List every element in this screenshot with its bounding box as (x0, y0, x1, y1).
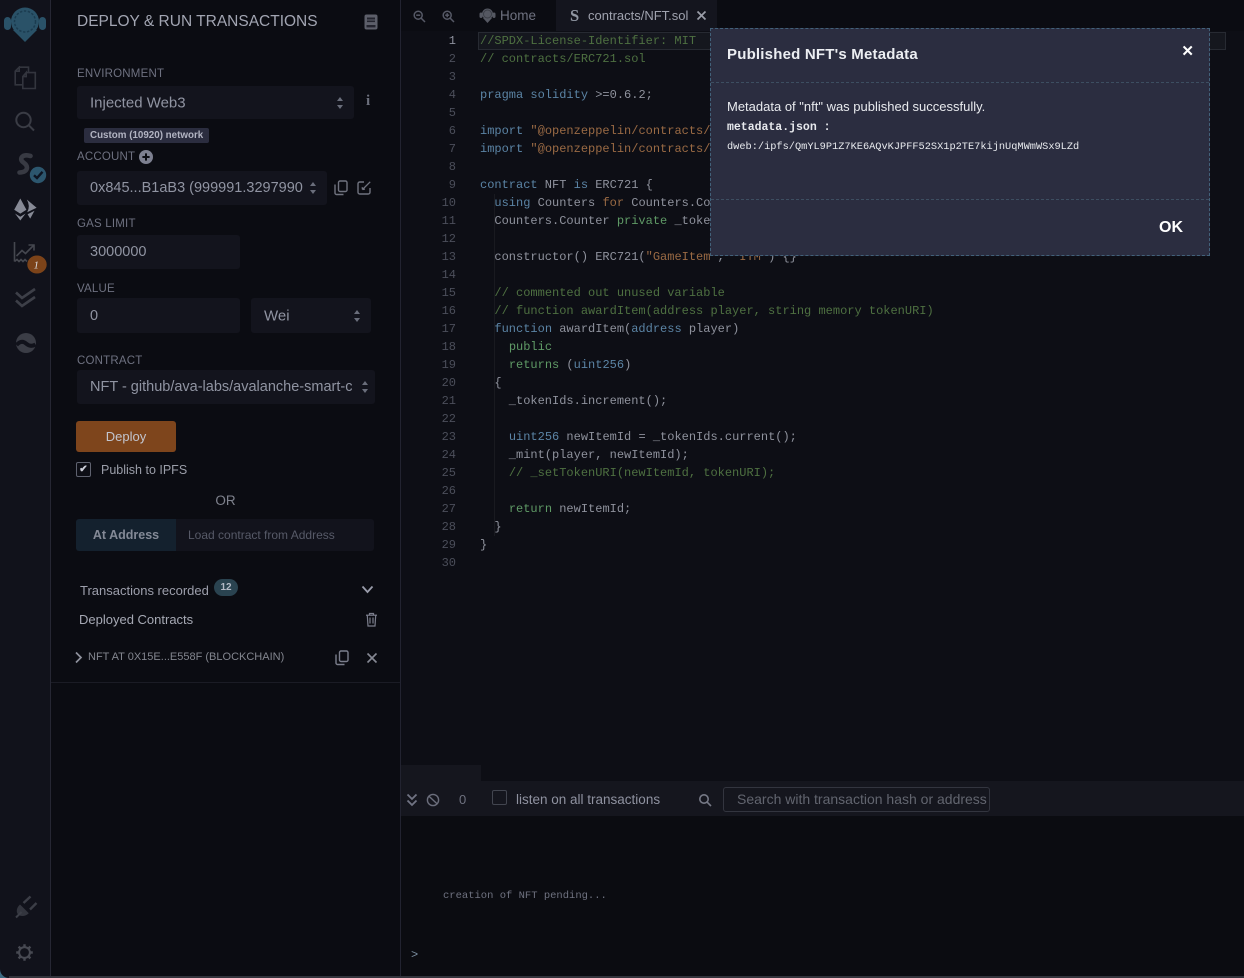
svg-text:S: S (570, 7, 579, 24)
svg-text:1: 1 (34, 260, 40, 272)
